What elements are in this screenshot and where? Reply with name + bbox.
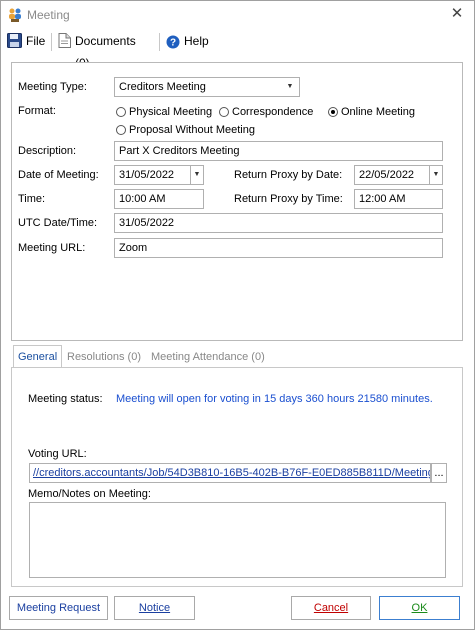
window-title: Meeting [27,8,70,22]
meeting-details-panel: Meeting Type: Creditors Meeting ▼ Format… [11,62,463,341]
date-picker-chevron-icon[interactable]: ▼ [190,166,203,184]
meeting-type-value: Creditors Meeting [119,81,206,93]
meeting-status-value: Meeting will open for voting in 15 days … [116,393,433,405]
return-proxy-time-label: Return Proxy by Time: [234,193,343,205]
return-proxy-date-value: 22/05/2022 [359,169,415,181]
voting-url-field[interactable]: //creditors.accountants/Job/54D3B810-16B… [29,463,431,483]
document-icon [58,33,71,55]
ok-label: OK [411,602,428,614]
meeting-status-label: Meeting status: [28,393,103,405]
time-input[interactable]: 10:00 AM [114,189,204,209]
meeting-url-input[interactable]: Zoom [114,238,443,258]
utc-datetime-input[interactable]: 31/05/2022 [114,213,443,233]
general-tab-panel: Meeting status: Meeting will open for vo… [11,367,463,587]
tab-resolutions[interactable]: Resolutions (0) [63,346,145,368]
meeting-type-label: Meeting Type: [18,81,87,93]
return-proxy-date-input[interactable]: 22/05/2022 ▼ [354,165,443,185]
voting-url-link[interactable]: //creditors.accountants/Job/54D3B810-16B… [33,467,430,479]
floppy-disk-icon [7,33,22,55]
memo-label: Memo/Notes on Meeting: [28,488,151,500]
ok-button[interactable]: OK [379,596,460,620]
description-input[interactable]: Part X Creditors Meeting [114,141,443,161]
meeting-request-button[interactable]: Meeting Request [9,596,108,620]
notice-button[interactable]: Notice [114,596,195,620]
date-of-meeting-input[interactable]: 31/05/2022 ▼ [114,165,204,185]
radio-proposal-without-meeting-label: Proposal Without Meeting [129,124,255,136]
voting-url-label: Voting URL: [28,448,87,460]
format-label: Format: [18,105,56,117]
radio-physical-meeting[interactable] [116,107,126,117]
date-of-meeting-label: Date of Meeting: [18,169,99,181]
menu-separator [51,33,52,51]
return-proxy-time-input[interactable]: 12:00 AM [354,189,443,209]
menu-file-label: File [26,34,46,48]
time-label: Time: [18,193,46,205]
radio-proposal-without-meeting[interactable] [116,125,126,135]
menu-bar: File Documents (0) ? Help [1,30,474,70]
menu-help-label: Help [184,34,209,48]
meeting-type-select[interactable]: Creditors Meeting ▼ [114,77,300,97]
meeting-url-label: Meeting URL: [18,242,86,254]
meeting-app-icon [7,7,23,26]
meeting-request-label: Meeting Request [16,602,101,614]
tab-meeting-attendance[interactable]: Meeting Attendance (0) [147,346,269,368]
menu-separator [159,33,160,51]
title-bar: Meeting ✕ [1,1,474,29]
svg-text:?: ? [170,38,176,49]
cancel-button[interactable]: Cancel [291,596,371,620]
return-proxy-date-chevron-icon[interactable]: ▼ [429,166,442,184]
chevron-down-icon: ▼ [286,83,294,90]
memo-textarea[interactable] [29,502,446,578]
radio-online-meeting-label: Online Meeting [341,106,415,118]
radio-correspondence-label: Correspondence [232,106,314,118]
utc-datetime-label: UTC Date/Time: [18,217,98,229]
radio-online-meeting[interactable] [328,107,338,117]
tab-general[interactable]: General [13,345,63,368]
date-of-meeting-value: 31/05/2022 [119,169,175,181]
description-label: Description: [18,145,77,157]
cancel-label: Cancel [313,602,349,614]
help-icon: ? [166,34,180,56]
close-icon[interactable]: ✕ [447,4,467,24]
radio-physical-meeting-label: Physical Meeting [129,106,213,118]
return-proxy-date-label: Return Proxy by Date: [234,169,343,181]
meeting-window: Meeting ✕ File Documents ? Help Meeting … [0,0,475,630]
voting-url-browse-button[interactable]: ... [431,463,447,483]
radio-correspondence[interactable] [219,107,229,117]
notice-label: Notice [138,602,171,614]
